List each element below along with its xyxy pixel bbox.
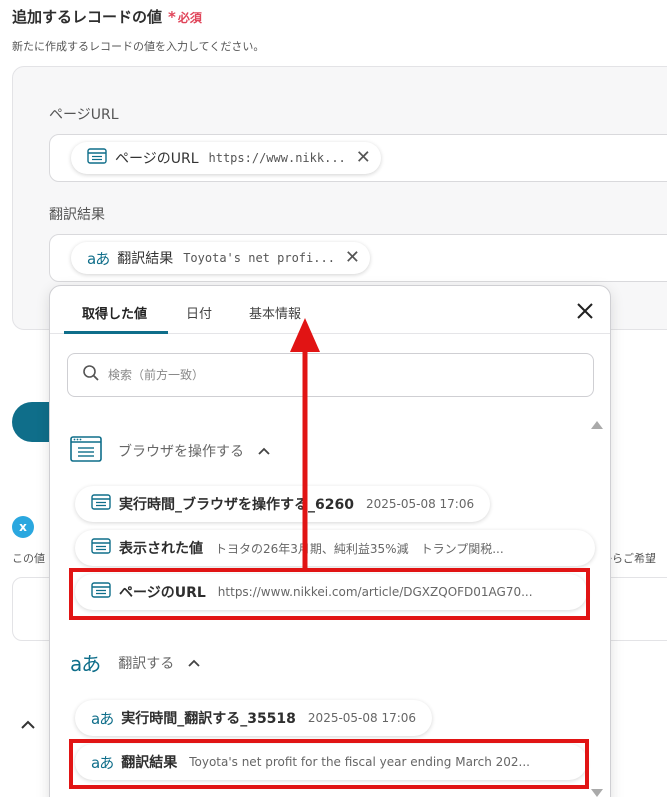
section-title: 追加するレコードの値 * 必須	[12, 6, 202, 27]
tab-date[interactable]: 日付	[186, 303, 212, 322]
list-item[interactable]: 表示された値 トヨタの26年3月期、純利益35%減 トランプ関税...	[75, 530, 595, 566]
page-url-chip[interactable]: ページのURL https://www.nikk... ✕	[71, 142, 381, 174]
section-title-text: 追加するレコードの値	[12, 8, 163, 26]
item-value: トヨタの26年3月期、純利益35%減 トランプ関税...	[215, 541, 504, 556]
group-title: 翻訳する	[118, 655, 175, 672]
group-translate-header[interactable]: aあ 翻訳する	[70, 648, 200, 677]
required-label: 必須	[177, 11, 202, 25]
field-label-translation: 翻訳結果	[49, 207, 105, 223]
close-icon[interactable]	[572, 298, 598, 324]
item-label: 表示された値	[119, 541, 203, 557]
active-tab-indicator	[64, 331, 168, 334]
scroll-up-arrow[interactable]	[591, 421, 603, 429]
highlight-box-translation-result	[69, 739, 589, 789]
item-label: 実行時間_翻訳する_35518	[121, 711, 296, 727]
chip-value: Toyota's net profi...	[183, 251, 335, 265]
chevron-up-icon[interactable]	[258, 444, 270, 458]
section-description: 新たに作成するレコードの値を入力してください。	[12, 40, 265, 53]
item-label: 実行時間_ブラウザを操作する_6260	[119, 497, 354, 513]
chip-label: ページのURL	[115, 151, 199, 167]
scroll-down-arrow[interactable]	[591, 789, 603, 797]
translate-icon: aあ	[87, 249, 110, 268]
search-box[interactable]	[67, 353, 594, 397]
translate-icon: aあ	[70, 652, 101, 676]
translate-icon: aあ	[91, 709, 114, 728]
item-value: 2025-05-08 17:06	[365, 497, 475, 511]
background-text-left: この値	[12, 552, 45, 565]
required-star: *	[168, 8, 176, 26]
x-badge-icon: x	[12, 516, 34, 538]
group-title: ブラウザを操作する	[118, 444, 244, 460]
search-input[interactable]	[108, 368, 548, 382]
group-browser-header[interactable]: ブラウザを操作する	[70, 436, 270, 466]
translation-chip[interactable]: aあ 翻訳結果 Toyota's net profi... ✕	[71, 242, 371, 274]
tab-acquired-values[interactable]: 取得した値	[82, 303, 147, 322]
list-item[interactable]: 実行時間_ブラウザを操作する_6260 2025-05-08 17:06	[75, 486, 491, 522]
chip-label: 翻訳結果	[117, 251, 174, 267]
tab-bar: 取得した値 日付 基本情報	[50, 286, 610, 334]
field-label-page-url: ページURL	[49, 107, 119, 123]
item-value: 2025-05-08 17:06	[307, 711, 417, 725]
browser-doc-icon	[91, 494, 111, 514]
chip-value: https://www.nikk...	[208, 151, 346, 165]
browser-doc-icon	[87, 148, 107, 168]
list-item[interactable]: aあ 実行時間_翻訳する_35518 2025-05-08 17:06	[75, 700, 433, 736]
search-icon	[82, 364, 100, 386]
chevron-up-icon[interactable]	[188, 656, 200, 670]
tab-basic-info[interactable]: 基本情報	[249, 303, 301, 322]
remove-chip-icon[interactable]: ✕	[356, 149, 371, 167]
remove-chip-icon[interactable]: ✕	[345, 249, 360, 267]
chevron-up-icon[interactable]	[20, 718, 36, 734]
browser-icon	[70, 436, 102, 466]
highlight-box-page-url	[69, 568, 590, 620]
browser-doc-icon	[91, 538, 111, 558]
value-picker-popup: 取得した値 日付 基本情報 ブラウザを操作する 実行時間_ブラウザを操作する_6…	[49, 285, 611, 797]
